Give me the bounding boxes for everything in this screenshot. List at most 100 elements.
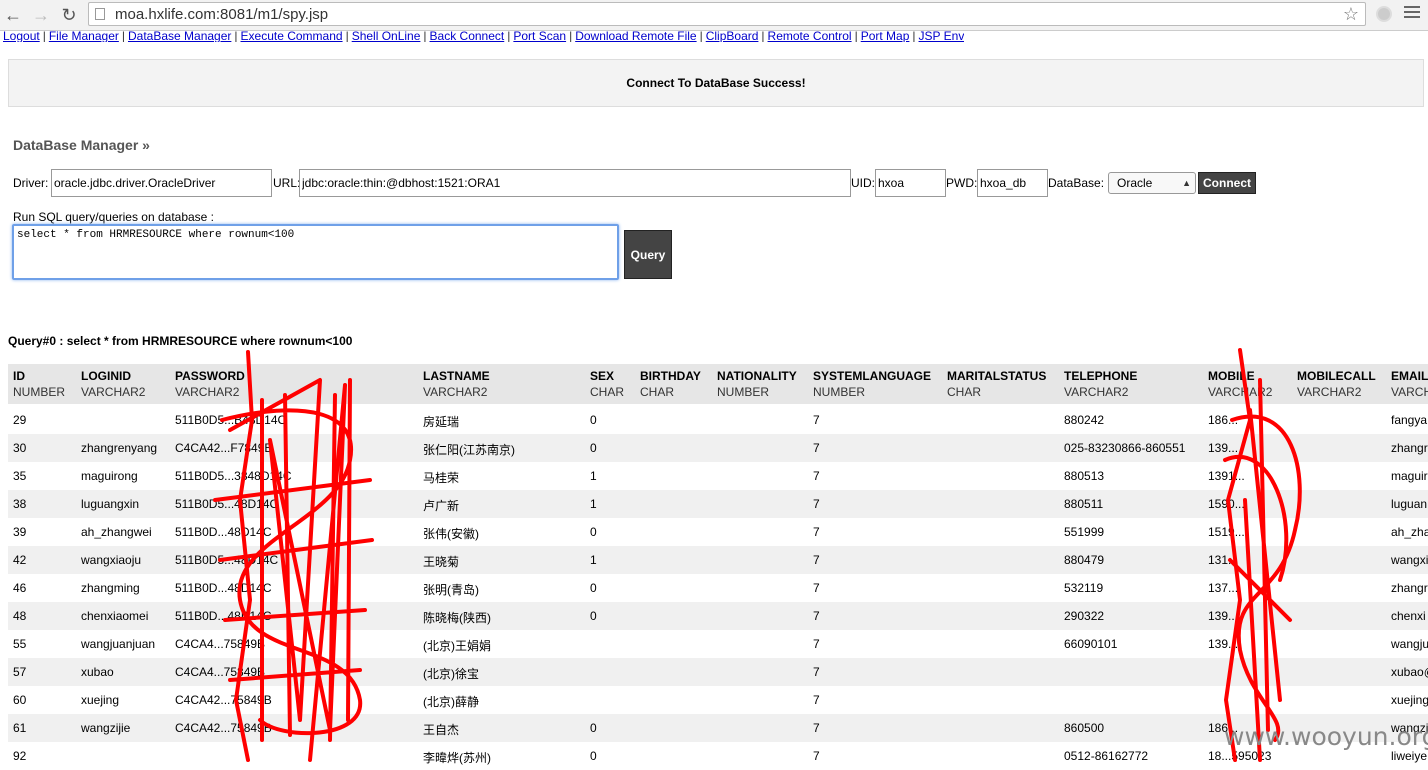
- nav-link[interactable]: File Manager: [49, 29, 119, 42]
- table-row: 46 zhangming 511B0D...48D14C 张明(青岛) 0 7 532119…: [8, 574, 1428, 602]
- query-button[interactable]: Query: [624, 230, 672, 279]
- table-cell: 30: [13, 441, 27, 455]
- table-cell: 7: [813, 413, 820, 427]
- driver-input[interactable]: [51, 169, 272, 197]
- table-row: 48 chenxiaomei 511B0D...48D14C 陈晓梅(陕西) 0 7 290…: [8, 602, 1428, 630]
- nav-link[interactable]: ClipBoard: [706, 29, 759, 42]
- watermark: www.wooyun.org: [1224, 722, 1428, 751]
- table-cell: 7: [813, 441, 820, 455]
- uid-label: UID:: [851, 176, 875, 190]
- url-text[interactable]: moa.hxlife.com:8081/m1/spy.jsp: [115, 6, 328, 23]
- nav-link[interactable]: Port Scan: [513, 29, 566, 42]
- address-bar[interactable]: moa.hxlife.com:8081/m1/spy.jsp ☆: [88, 2, 1366, 26]
- table-cell: 7: [813, 693, 820, 707]
- table-cell: 卢广新: [423, 499, 460, 513]
- column-type: VARCHAR2: [1064, 385, 1129, 399]
- table-cell: 139...: [1208, 609, 1239, 623]
- table-cell: 511B0D...48D14C: [175, 525, 272, 539]
- column-type: NUMBER: [13, 385, 66, 399]
- table-cell: 61: [13, 721, 27, 735]
- table-cell: wangzijie: [81, 721, 131, 735]
- table-row: 29 511B0D5...B48D14C 房延瑞 0 7 880242 186... fang…: [8, 406, 1428, 434]
- table-cell: xubao@: [1391, 665, 1428, 679]
- table-cell: 王晓菊: [423, 555, 460, 569]
- menu-icon[interactable]: [1404, 6, 1420, 22]
- table-cell: 1: [590, 497, 597, 511]
- forward-icon[interactable]: →: [30, 4, 52, 26]
- query-result-title: Query#0 : select * from HRMRESOURCE wher…: [8, 334, 353, 348]
- sql-textarea[interactable]: select * from HRMRESOURCE where rownum<1…: [12, 224, 619, 280]
- column-name: EMAIL: [1391, 369, 1428, 383]
- nav-link[interactable]: Back Connect: [430, 29, 505, 42]
- table-cell: 60: [13, 693, 27, 707]
- table-cell: 1391...: [1208, 469, 1245, 483]
- page-title: DataBase Manager »: [13, 137, 150, 153]
- nav-link[interactable]: JSP Env: [919, 29, 965, 42]
- bookmark-star-icon[interactable]: ☆: [1343, 4, 1359, 25]
- column-type: VARCHAR2: [175, 385, 240, 399]
- column-header: EMAIL VARCH: [1391, 368, 1428, 400]
- table-cell: 7: [813, 469, 820, 483]
- table-cell: 290322: [1064, 609, 1105, 623]
- table-cell: zhangming: [81, 581, 140, 595]
- column-name: NATIONALITY: [717, 369, 797, 383]
- column-type: VARCHAR2: [423, 385, 488, 399]
- pwd-input[interactable]: [977, 169, 1048, 197]
- uid-input[interactable]: [875, 169, 946, 197]
- table-cell: 186...: [1208, 413, 1239, 427]
- table-cell: (北京)薛静: [423, 695, 479, 709]
- table-cell: 39: [13, 525, 27, 539]
- nav-link[interactable]: DataBase Manager: [128, 29, 231, 42]
- column-type: CHAR: [640, 385, 675, 399]
- column-header: SYSTEMLANGUAGE NUMBER: [813, 368, 931, 400]
- table-row: 30 zhangrenyang C4CA42...F7849B 张仁阳(江苏南京) 0 7…: [8, 434, 1428, 462]
- table-cell: liweiye: [1391, 749, 1428, 763]
- table-cell: 1: [590, 469, 597, 483]
- nav-link[interactable]: Remote Control: [768, 29, 852, 42]
- column-type: VARCH: [1391, 385, 1428, 399]
- nav-link[interactable]: Logout: [3, 29, 40, 42]
- column-name: MOBILECALL: [1297, 369, 1376, 383]
- link-separator: |: [569, 29, 573, 42]
- column-header: MARITALSTATUS CHAR: [947, 368, 1046, 400]
- nav-link[interactable]: Download Remote File: [575, 29, 696, 42]
- reload-icon[interactable]: ↻: [58, 4, 80, 26]
- select-arrows-icon: ▲: [1182, 178, 1191, 188]
- database-select[interactable]: Oracle ▲: [1108, 172, 1196, 194]
- nav-link[interactable]: Port Map: [861, 29, 910, 42]
- link-separator: |: [699, 29, 703, 42]
- link-separator: |: [912, 29, 916, 42]
- column-name: PASSWORD: [175, 369, 245, 383]
- back-icon[interactable]: ←: [2, 4, 24, 26]
- table-cell: 46: [13, 581, 27, 595]
- table-cell: 0: [590, 525, 597, 539]
- table-row: 38 luguangxin 511B0D5...48D14C 卢广新 1 7 880511 1…: [8, 490, 1428, 518]
- column-type: CHAR: [590, 385, 625, 399]
- link-separator: |: [121, 29, 125, 42]
- database-label: DataBase:: [1048, 176, 1105, 190]
- nav-link[interactable]: Execute Command: [241, 29, 343, 42]
- connect-button[interactable]: Connect: [1198, 172, 1256, 194]
- table-cell: 860500: [1064, 721, 1105, 735]
- column-name: LOGINID: [81, 369, 131, 383]
- table-cell: 0: [590, 581, 597, 595]
- column-header: PASSWORD VARCHAR2: [175, 368, 245, 400]
- column-type: VARCHAR2: [1297, 385, 1362, 399]
- table-cell: xuejing: [1391, 693, 1428, 707]
- column-name: MARITALSTATUS: [947, 369, 1047, 383]
- table-cell: 66090101: [1064, 637, 1118, 651]
- table-cell: 139...: [1208, 637, 1239, 651]
- table-cell: C4CA4...75849B: [175, 637, 266, 651]
- driver-label: Driver:: [13, 176, 49, 190]
- table-cell: 48: [13, 609, 27, 623]
- url-input[interactable]: [299, 169, 851, 197]
- link-separator: |: [761, 29, 765, 42]
- table-cell: 1: [590, 553, 597, 567]
- column-name: SEX: [590, 369, 615, 383]
- nav-link[interactable]: Shell OnLine: [352, 29, 421, 42]
- table-cell: 7: [813, 497, 820, 511]
- table-cell: chenxiaomei: [81, 609, 149, 623]
- table-cell: fangya: [1391, 413, 1428, 427]
- table-cell: 880511: [1064, 497, 1104, 511]
- extension-icon[interactable]: [1376, 6, 1392, 22]
